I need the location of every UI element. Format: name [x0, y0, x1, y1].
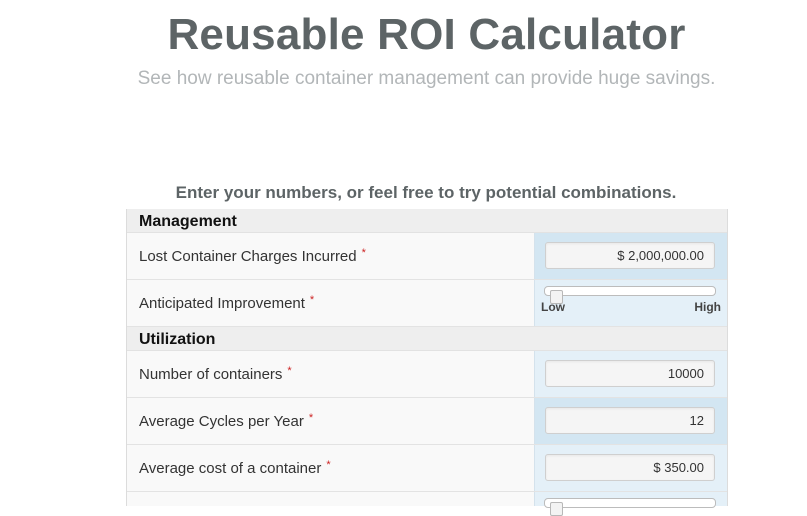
required-marker: * [287, 365, 292, 377]
field-label: Lost Container Charges Incurred * [127, 233, 534, 279]
field-label: Anticipated Improvement * [127, 280, 534, 326]
improvement-slider-track[interactable] [544, 286, 716, 304]
row-cutoff [127, 492, 727, 516]
page-subtitle: See how reusable container management ca… [137, 68, 716, 89]
input-cell: 10000 [534, 351, 727, 397]
slider-handle[interactable] [550, 502, 563, 516]
input-cell: $ 350.00 [534, 445, 727, 491]
average-cost-label: Average cost of a container [139, 459, 322, 477]
instructions-text: Enter your numbers, or feel free to try … [175, 183, 677, 202]
number-of-containers-input[interactable]: 10000 [545, 360, 715, 387]
anticipated-improvement-label: Anticipated Improvement [139, 294, 305, 312]
field-label: Average Cycles per Year * [127, 398, 534, 444]
row-average-cycles: Average Cycles per Year * 12 [127, 398, 727, 445]
page-title: Reusable ROI Calculator [167, 10, 686, 59]
input-cell: $ 2,000,000.00 [534, 233, 727, 279]
row-lost-container-charges: Lost Container Charges Incurred * $ 2,00… [127, 233, 727, 280]
number-of-containers-label: Number of containers [139, 365, 283, 383]
required-marker: * [326, 459, 331, 471]
lost-container-charges-input[interactable]: $ 2,000,000.00 [545, 242, 715, 269]
section-header-management: Management [127, 209, 727, 233]
row-number-of-containers: Number of containers * 10000 [127, 351, 727, 398]
slider-low-label: Low [541, 300, 565, 314]
average-cycles-label: Average Cycles per Year [139, 412, 304, 430]
field-label: Average cost of a container * [127, 445, 534, 491]
lost-container-charges-label: Lost Container Charges Incurred [139, 247, 357, 265]
field-label [127, 492, 534, 506]
required-marker: * [361, 247, 366, 259]
row-average-cost: Average cost of a container * $ 350.00 [127, 445, 727, 492]
average-cost-input[interactable]: $ 350.00 [545, 454, 715, 481]
required-marker: * [309, 294, 315, 306]
average-cycles-input[interactable]: 12 [545, 407, 715, 434]
required-marker: * [308, 412, 314, 424]
input-cell: 12 [534, 398, 727, 444]
row-anticipated-improvement: Anticipated Improvement * Low High [127, 280, 727, 327]
roi-calculator-form: Management Lost Container Charges Incurr… [126, 209, 728, 516]
slider-track[interactable] [544, 498, 716, 516]
field-label: Number of containers * [127, 351, 534, 397]
slider-high-label: High [694, 300, 721, 314]
input-cell: Low High [534, 280, 727, 326]
input-cell [534, 492, 727, 516]
section-header-utilization: Utilization [127, 327, 727, 351]
